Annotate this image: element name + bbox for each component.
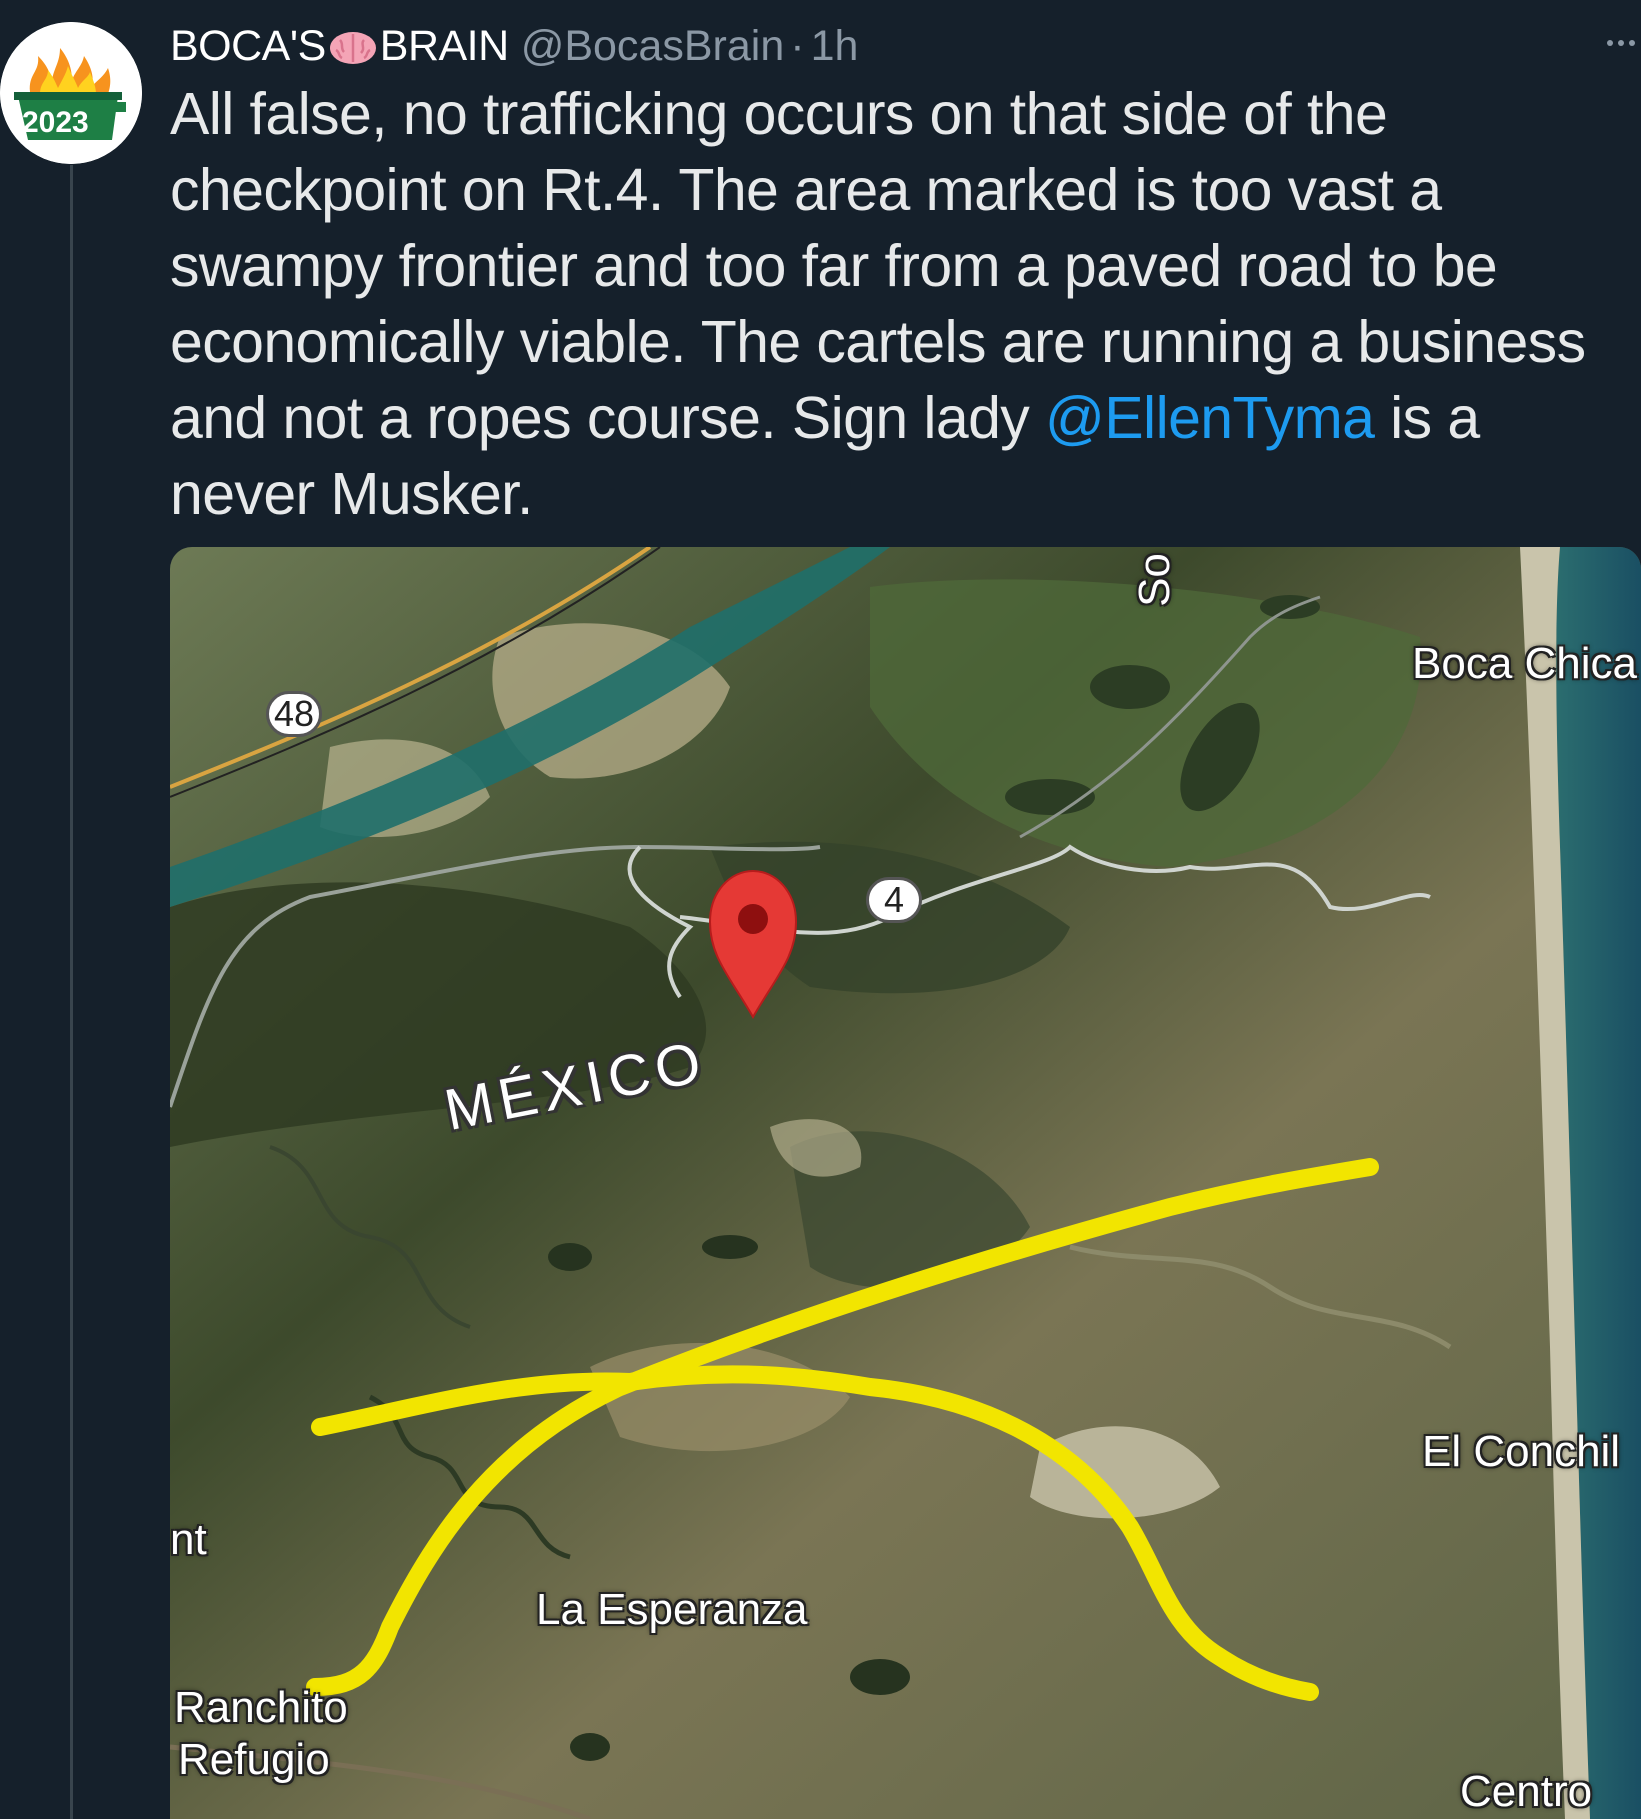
- tweet-header: BOCA'S BRAIN @BocasBrain · 1h: [170, 18, 858, 74]
- label-el-conchil: El Conchil: [1422, 1427, 1621, 1476]
- mention-link[interactable]: @EllenTyma: [1045, 385, 1375, 451]
- label-partial-left: nt: [170, 1515, 207, 1564]
- separator: ·: [790, 21, 805, 70]
- more-options-icon[interactable]: [1606, 36, 1636, 48]
- label-ranchito: Ranchito: [174, 1683, 348, 1732]
- avatar-year: 2023: [22, 106, 89, 139]
- timestamp[interactable]: 1h: [811, 22, 859, 71]
- route-48-shield: 48: [266, 691, 322, 737]
- label-centro: Centro: [1460, 1767, 1593, 1816]
- avatar[interactable]: 2023: [0, 22, 142, 164]
- dumpster-fire-icon: 2023: [0, 22, 142, 164]
- satellite-map: [170, 547, 1641, 1819]
- display-name-suffix[interactable]: BRAIN: [380, 22, 509, 71]
- handle[interactable]: @BocasBrain: [521, 22, 785, 71]
- thread-line: [70, 165, 73, 1819]
- brain-emoji-icon: [328, 28, 378, 64]
- map-image[interactable]: 48 4 MÉXICO Boca Chica So El Conchil La …: [170, 547, 1641, 1819]
- tweet[interactable]: 2023 BOCA'S BRAIN @BocasBrain · 1h All f…: [0, 0, 1641, 1819]
- display-name[interactable]: BOCA'S: [170, 22, 326, 71]
- label-la-esperanza: La Esperanza: [536, 1585, 808, 1634]
- tweet-text: All false, no trafficking occurs on that…: [170, 76, 1610, 532]
- label-boca-chica: Boca Chica: [1412, 639, 1638, 688]
- label-partial-top: So: [1129, 553, 1179, 607]
- route-4-shield: 4: [866, 877, 922, 923]
- label-refugio: Refugio: [178, 1735, 330, 1784]
